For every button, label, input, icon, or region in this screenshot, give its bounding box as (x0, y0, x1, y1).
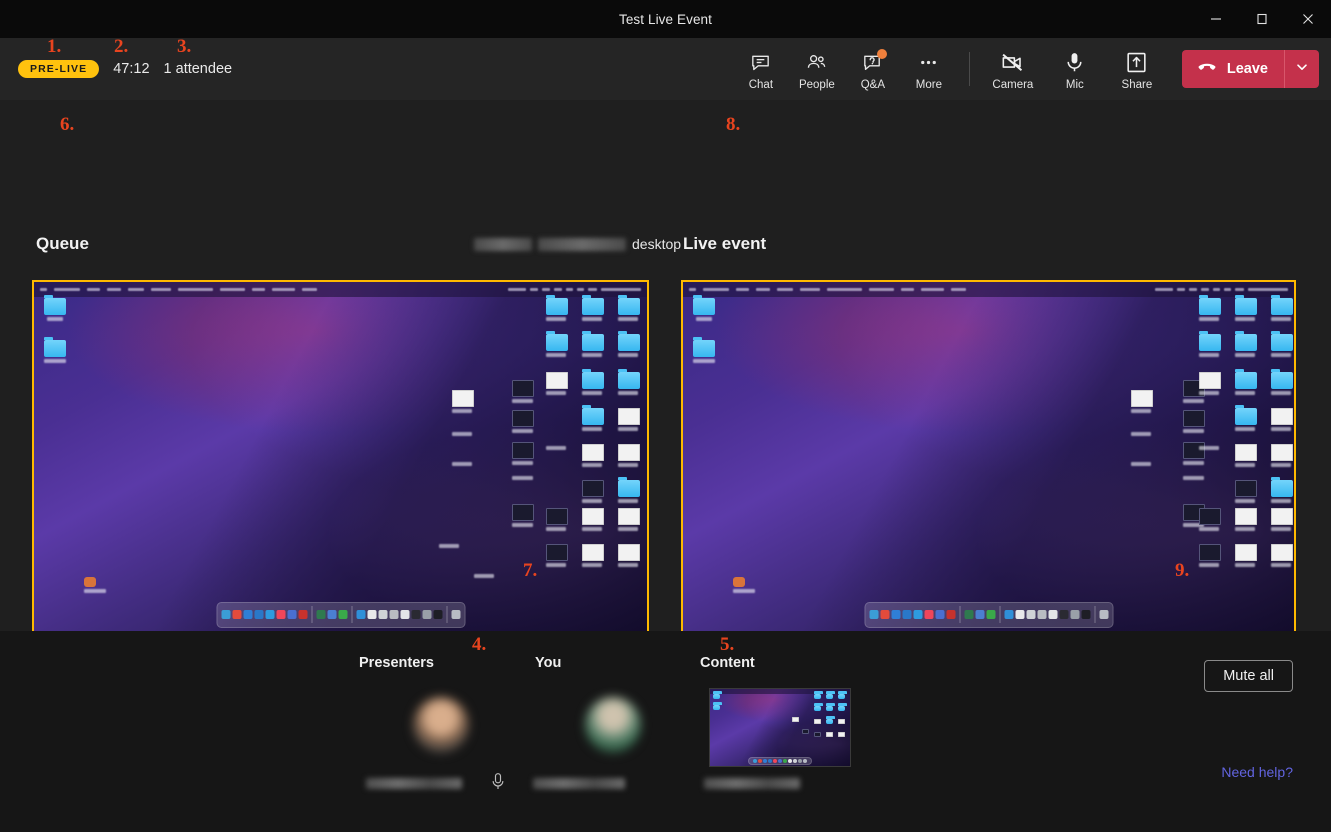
share-button[interactable]: Share (1106, 48, 1168, 91)
queue-desktop-capture (34, 282, 647, 632)
leave-button-group[interactable]: Leave (1182, 50, 1319, 88)
mute-all-button[interactable]: Mute all (1204, 660, 1293, 692)
attendee-count: 1 attendee (164, 61, 233, 77)
you-name (533, 778, 625, 789)
chat-icon (749, 50, 772, 76)
annotation-6: 6. (60, 114, 74, 136)
presenter-name (366, 778, 462, 789)
microphone-icon (1062, 50, 1087, 76)
need-help-link[interactable]: Need help? (1221, 764, 1293, 780)
mic-button[interactable]: Mic (1044, 48, 1106, 91)
camera-label: Camera (992, 79, 1033, 91)
window-titlebar: Test Live Event (0, 0, 1331, 38)
live-event-title: Live event (683, 234, 766, 254)
presenters-title: Presenters (359, 655, 434, 671)
queue-video-preview[interactable] (32, 280, 649, 634)
annotation-2: 2. (114, 36, 128, 58)
annotation-9: 9. (1175, 560, 1189, 582)
qa-button[interactable]: Q&A (845, 48, 901, 91)
minimize-button[interactable] (1193, 0, 1239, 38)
more-label: More (916, 79, 942, 91)
window-title: Test Live Event (619, 12, 712, 27)
timer: 47:12 (113, 61, 149, 77)
roster-panel: Presenters You Content (0, 631, 1331, 832)
queue-title: Queue (36, 234, 89, 254)
qa-notification-badge (877, 49, 887, 59)
live-event-video-preview[interactable] (681, 280, 1296, 634)
redacted-last-name (538, 238, 626, 251)
mac-dock (216, 602, 465, 628)
chat-label: Chat (749, 79, 773, 91)
meeting-header-bar: PRE-LIVE 47:12 1 attendee Chat People (0, 38, 1331, 100)
window-controls (1193, 0, 1331, 38)
chat-button[interactable]: Chat (733, 48, 789, 91)
main-stage: Queue desktop (0, 100, 1331, 631)
mac-menu-bar (34, 282, 647, 297)
camera-button[interactable]: Camera (982, 48, 1044, 91)
people-icon (805, 50, 828, 76)
annotation-1: 1. (47, 36, 61, 58)
share-upload-icon (1124, 50, 1149, 76)
qa-label: Q&A (861, 79, 885, 91)
leave-label: Leave (1227, 61, 1268, 77)
mac-dock-live (864, 602, 1113, 628)
close-button[interactable] (1285, 0, 1331, 38)
mic-label: Mic (1066, 79, 1084, 91)
annotation-4: 4. (472, 634, 486, 656)
presenter-avatar[interactable] (413, 697, 469, 753)
more-button[interactable]: More (901, 48, 957, 91)
annotation-8: 8. (726, 114, 740, 136)
content-thumbnail[interactable] (709, 688, 851, 767)
leave-dropdown-button[interactable] (1285, 50, 1319, 88)
content-owner-name (704, 778, 800, 789)
maximize-button[interactable] (1239, 0, 1285, 38)
share-label: Share (1122, 79, 1153, 91)
camera-off-icon (1000, 50, 1025, 76)
people-label: People (799, 79, 835, 91)
status-badge: PRE-LIVE (18, 60, 99, 79)
annotation-3: 3. (177, 36, 191, 58)
more-ellipsis-icon (917, 50, 940, 76)
hangup-phone-icon (1196, 56, 1218, 82)
leave-button[interactable]: Leave (1182, 50, 1284, 88)
queue-source-name: desktop (474, 236, 681, 252)
you-title: You (535, 655, 561, 671)
queue-source-suffix: desktop (632, 236, 681, 252)
header-status-group: PRE-LIVE 47:12 1 attendee (18, 60, 232, 79)
people-button[interactable]: People (789, 48, 845, 91)
annotation-5: 5. (720, 634, 734, 656)
annotation-7: 7. (523, 560, 537, 582)
content-title: Content (700, 655, 755, 671)
chevron-down-icon (1295, 60, 1309, 79)
presenter-microphone-icon (488, 771, 508, 798)
redacted-first-name (474, 238, 532, 251)
header-toolbar: Chat People Q&A (733, 48, 1319, 91)
you-avatar[interactable] (585, 697, 641, 753)
live-desktop-capture (683, 282, 1294, 632)
toolbar-divider (969, 52, 970, 86)
